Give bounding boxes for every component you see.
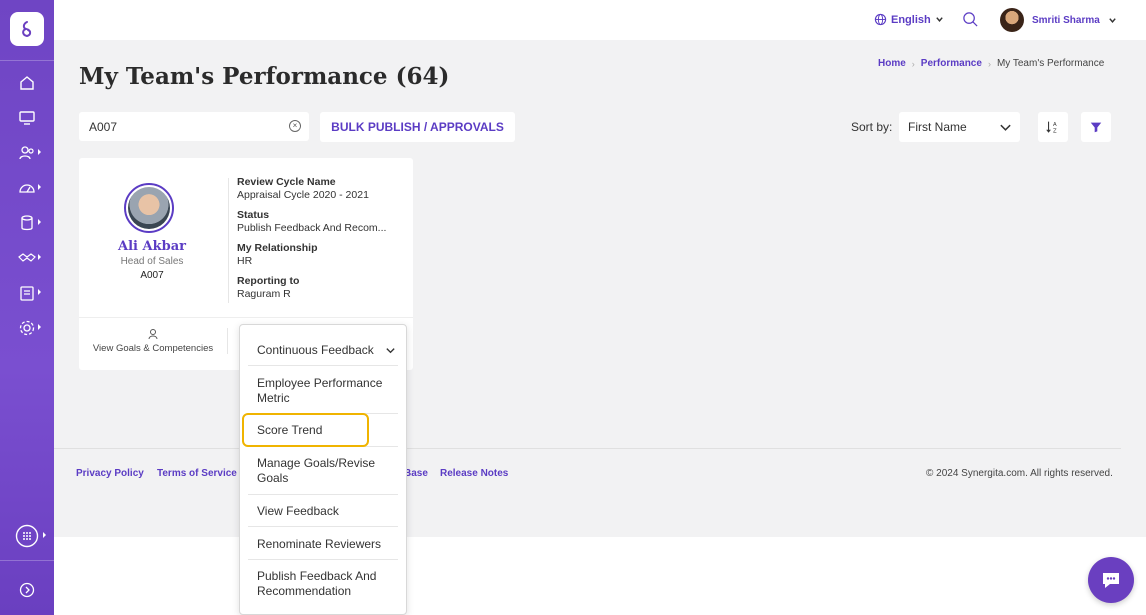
chevron-down-icon xyxy=(386,348,395,354)
menu-divider xyxy=(248,526,398,527)
database-icon[interactable] xyxy=(0,211,54,235)
chat-button[interactable] xyxy=(1088,557,1134,603)
status-label: Status xyxy=(237,209,270,221)
page-title: My Team's Performance (64) xyxy=(79,63,450,90)
menu-divider xyxy=(248,559,398,560)
status-value: Publish Feedback And Recom... xyxy=(237,222,387,234)
monitor-icon[interactable] xyxy=(0,106,54,130)
settings-icon[interactable] xyxy=(0,316,54,340)
clipboard-icon[interactable] xyxy=(0,281,54,305)
filter-button[interactable] xyxy=(1081,112,1111,142)
breadcrumb-separator: › xyxy=(987,58,991,69)
breadcrumb-home[interactable]: Home xyxy=(878,58,906,69)
menu-item-manage-goals[interactable]: Manage Goals/Revise Goals xyxy=(248,456,398,486)
globe-icon xyxy=(874,13,887,26)
filter-icon xyxy=(1090,122,1102,133)
top-bar xyxy=(54,0,1146,40)
handshake-icon[interactable] xyxy=(0,246,54,270)
reporting-value: Raguram R xyxy=(237,288,291,300)
menu-item-label: Recommendation xyxy=(257,584,352,598)
user-menu[interactable]: Smriti Sharma xyxy=(1000,8,1117,32)
knowledge-base-link[interactable]: Base xyxy=(404,468,428,479)
breadcrumb-current: My Team's Performance xyxy=(996,58,1105,69)
menu-item-label: Metric xyxy=(257,391,290,405)
breadcrumb: Home › Performance › My Team's Performan… xyxy=(878,58,1104,69)
menu-divider xyxy=(248,494,398,495)
sort-label: Sort by: xyxy=(851,120,893,134)
sort-value: First Name xyxy=(908,120,967,134)
bulk-publish-button[interactable]: BULK PUBLISH / APPROVALS xyxy=(320,112,515,142)
view-goals-label: View Goals & Competencies xyxy=(92,343,214,354)
copyright: © 2024 Synergita.com. All rights reserve… xyxy=(926,468,1113,479)
menu-item-renominate-reviewers[interactable]: Renominate Reviewers xyxy=(248,537,398,552)
menu-item-label: Renominate Reviewers xyxy=(257,537,382,551)
relationship-label: My Relationship xyxy=(237,242,318,254)
view-goals-link[interactable]: View Goals & Competencies xyxy=(85,328,221,354)
release-notes-link[interactable]: Release Notes xyxy=(440,468,508,479)
search-icon[interactable] xyxy=(962,11,979,32)
sort-az-icon: AZ xyxy=(1046,121,1057,134)
relationship-value: HR xyxy=(237,255,253,267)
chevron-down-icon xyxy=(935,17,943,22)
breadcrumb-separator: › xyxy=(911,58,915,69)
card-footer-divider xyxy=(227,328,228,354)
sort-order-button[interactable]: AZ xyxy=(1038,112,1068,142)
svg-text:A: A xyxy=(1053,122,1057,128)
apps-grid-icon[interactable] xyxy=(0,524,54,548)
employee-id: A007 xyxy=(140,270,164,281)
employee-role: Head of Sales xyxy=(120,256,184,267)
review-cycle-value: Appraisal Cycle 2020 - 2021 xyxy=(237,189,369,201)
user-name: Smriti Sharma xyxy=(1032,14,1100,26)
card-divider xyxy=(228,178,229,303)
menu-item-view-feedback[interactable]: View Feedback xyxy=(248,504,398,519)
menu-item-publish-feedback[interactable]: Publish Feedback And Recommendation xyxy=(248,569,398,599)
search-value: A007 xyxy=(89,119,118,134)
dashboard-icon[interactable] xyxy=(0,176,54,200)
employee-name[interactable]: Ali Akbar xyxy=(79,239,225,254)
page-bottom xyxy=(54,537,1146,615)
menu-item-employee-performance[interactable]: Employee Performance Metric xyxy=(248,376,398,406)
continuous-feedback-item[interactable]: Continuous Feedback xyxy=(248,343,398,358)
team-icon[interactable] xyxy=(0,141,54,165)
language-label: English xyxy=(891,13,931,26)
menu-item-label: Employee Performance xyxy=(257,376,383,390)
sidebar-divider xyxy=(0,60,54,61)
menu-item-label: Goals xyxy=(257,471,289,485)
svg-text:Z: Z xyxy=(1053,128,1057,134)
sort-select[interactable]: First Name xyxy=(899,112,1020,142)
employee-info: Review Cycle Name Appraisal Cycle 2020 -… xyxy=(237,175,407,307)
language-selector[interactable]: English xyxy=(874,13,944,26)
reporting-label: Reporting to xyxy=(237,275,300,287)
menu-item-label: Publish Feedback And xyxy=(257,569,377,583)
avatar xyxy=(1000,8,1024,32)
chat-icon xyxy=(1103,573,1119,588)
menu-item-label: Manage Goals/Revise xyxy=(257,456,376,470)
sidebar-divider xyxy=(0,560,54,561)
footer-divider xyxy=(54,448,1121,449)
home-icon[interactable] xyxy=(0,71,54,95)
goals-icon xyxy=(148,329,158,340)
chevron-down-icon xyxy=(1000,124,1011,131)
breadcrumb-performance[interactable]: Performance xyxy=(921,58,982,69)
terms-link[interactable]: Terms of Service xyxy=(157,468,237,479)
menu-divider xyxy=(248,365,398,366)
menu-item-label: Continuous Feedback xyxy=(257,343,374,357)
score-trend-highlight xyxy=(242,413,369,447)
expand-icon[interactable] xyxy=(0,578,54,602)
menu-item-label: View Feedback xyxy=(257,504,339,518)
search-input[interactable]: A007 × xyxy=(79,112,309,141)
review-cycle-label: Review Cycle Name xyxy=(237,176,336,188)
actions-menu: Continuous Feedback Employee Performance… xyxy=(239,324,407,615)
privacy-policy-link[interactable]: Privacy Policy xyxy=(76,468,144,479)
avatar xyxy=(124,183,174,233)
sidebar xyxy=(0,0,54,615)
clear-icon[interactable]: × xyxy=(289,120,301,132)
chevron-down-icon xyxy=(1109,17,1116,23)
logo-icon[interactable] xyxy=(10,12,44,46)
card-footer-divider xyxy=(79,317,413,318)
